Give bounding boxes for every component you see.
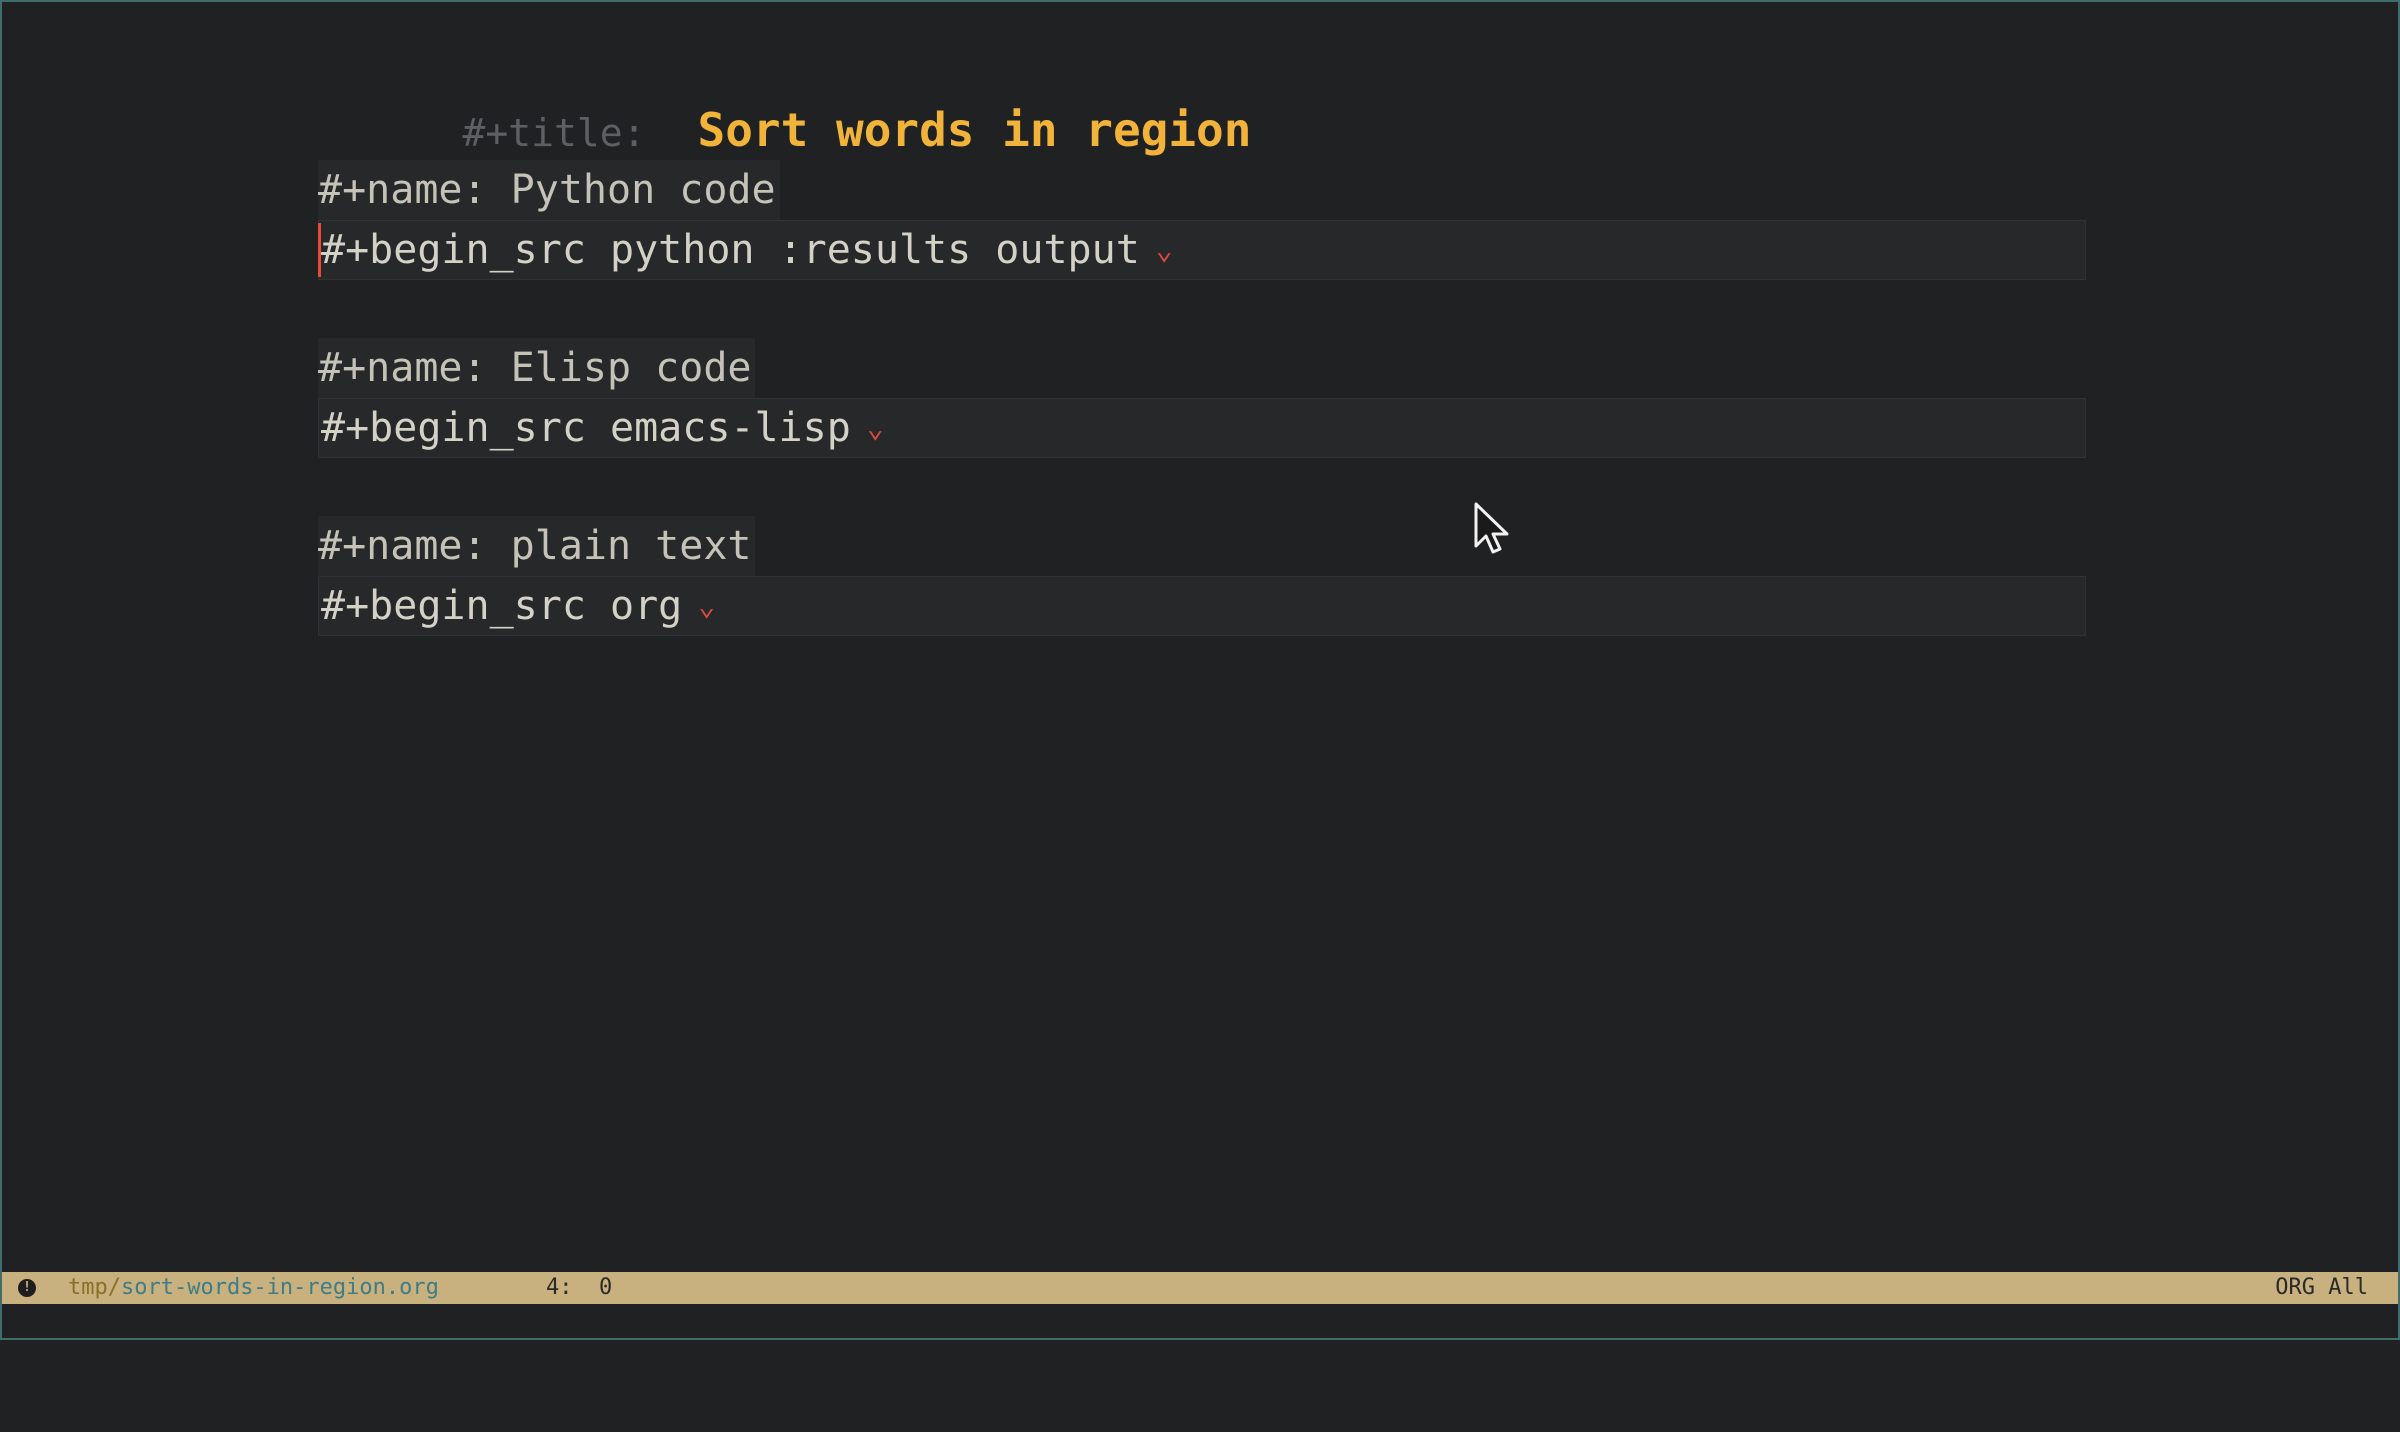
title-keyword: #+title: (462, 111, 646, 155)
src-block-elisp[interactable]: #+begin_src emacs-lisp ⌄ (318, 398, 2086, 458)
chevron-down-icon[interactable]: ⌄ (698, 576, 715, 636)
buffer-status-icon: ! (18, 1279, 36, 1297)
src-block-org[interactable]: #+begin_src org ⌄ (318, 576, 2086, 636)
begin-src-line: #+begin_src python :results output (321, 227, 1140, 273)
mouse-pointer-icon (1474, 502, 1509, 554)
emacs-frame: #+title: Sort words in region #+name: Pyt… (0, 0, 2400, 1340)
major-mode[interactable]: ORG All (2275, 1272, 2368, 1304)
buffer-file-path[interactable]: tmp/sort-words-in-region.org (68, 1272, 439, 1304)
block-name-elisp: #+name: Elisp code (318, 338, 756, 398)
chevron-down-icon[interactable]: ⌄ (1156, 220, 1173, 280)
src-block-python[interactable]: #+begin_src python :results output ⌄ (318, 220, 2086, 280)
page-title: Sort words in region (697, 103, 1252, 157)
begin-src-line: #+begin_src emacs-lisp (321, 405, 851, 451)
chevron-down-icon[interactable]: ⌄ (867, 398, 884, 458)
buffer-dir: tmp/ (68, 1275, 121, 1300)
block-name-plain-text: #+name: plain text (318, 516, 756, 576)
mode-line: ! tmp/sort-words-in-region.org 4: 0 ORG … (2, 1272, 2398, 1304)
begin-src-line: #+begin_src org (321, 583, 683, 629)
block-name-python: #+name: Python code (318, 160, 780, 220)
buffer-file-name: sort-words-in-region.org (120, 1275, 439, 1300)
echo-area[interactable] (2, 1304, 2398, 1338)
cursor-position: 4: 0 (546, 1275, 613, 1300)
